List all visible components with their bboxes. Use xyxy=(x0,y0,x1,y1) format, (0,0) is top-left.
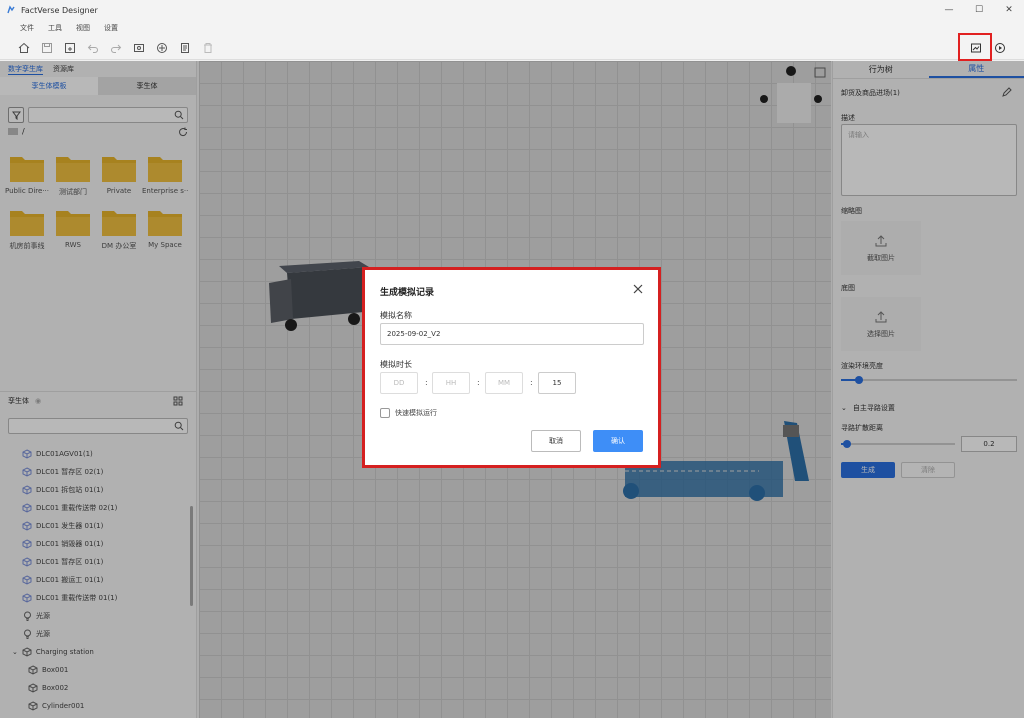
maximize-button[interactable]: ☐ xyxy=(964,0,994,20)
time-separator: : xyxy=(477,378,480,387)
save-icon xyxy=(42,43,52,53)
menu-settings[interactable]: 设置 xyxy=(104,23,118,33)
redo-button[interactable] xyxy=(109,41,123,55)
export-icon xyxy=(181,43,189,53)
menu-tools[interactable]: 工具 xyxy=(48,23,62,33)
time-separator: : xyxy=(530,378,533,387)
confirm-button[interactable]: 确认 xyxy=(593,430,643,452)
home-button[interactable] xyxy=(17,41,31,55)
close-window-button[interactable]: ✕ xyxy=(994,0,1024,20)
minimize-button[interactable]: — xyxy=(934,0,964,20)
toolbar xyxy=(0,36,1024,60)
save-as-icon xyxy=(65,43,75,53)
undo-button[interactable] xyxy=(86,41,100,55)
simulation-record-dialog: 生成模拟记录 模拟名称 2025-09-02_V2 模拟时长 DD : HH :… xyxy=(362,267,661,468)
export-button[interactable] xyxy=(178,41,192,55)
dialog-title: 生成模拟记录 xyxy=(380,288,435,298)
simulation-name-input[interactable]: 2025-09-02_V2 xyxy=(380,323,644,345)
save-as-button[interactable] xyxy=(63,41,77,55)
redo-icon xyxy=(111,44,122,53)
publish-button[interactable] xyxy=(155,41,169,55)
delete-button[interactable] xyxy=(201,41,215,55)
cancel-button[interactable]: 取消 xyxy=(531,430,581,452)
duration-hours-input[interactable]: HH xyxy=(432,372,470,394)
fast-run-label: 快速模拟运行 xyxy=(395,409,437,417)
duration-days-input[interactable]: DD xyxy=(380,372,418,394)
app-logo-icon xyxy=(7,5,15,14)
toolbar-highlight-box xyxy=(958,33,992,61)
title-bar: FactVerse Designer — ☐ ✕ xyxy=(0,0,1024,20)
simulation-duration-label: 模拟时长 xyxy=(380,360,412,369)
run-button[interactable] xyxy=(993,41,1007,55)
duration-seconds-input[interactable]: 15 xyxy=(538,372,576,394)
time-separator: : xyxy=(425,378,428,387)
menu-file[interactable]: 文件 xyxy=(20,23,34,33)
fast-run-checkbox[interactable] xyxy=(380,408,390,418)
close-icon[interactable] xyxy=(632,283,644,295)
home-icon xyxy=(18,42,30,53)
fast-run-checkbox-row[interactable]: 快速模拟运行 xyxy=(380,408,437,418)
save-button[interactable] xyxy=(40,41,54,55)
simulation-name-label: 模拟名称 xyxy=(380,311,412,320)
import-button[interactable] xyxy=(132,41,146,55)
window-title: FactVerse Designer xyxy=(21,5,98,15)
menu-view[interactable]: 视图 xyxy=(76,23,90,33)
import-icon xyxy=(134,44,144,52)
undo-icon xyxy=(87,44,98,53)
duration-minutes-input[interactable]: MM xyxy=(485,372,523,394)
delete-icon xyxy=(204,43,212,53)
menu-bar: 文件 工具 视图 设置 xyxy=(0,20,1024,36)
run-icon xyxy=(995,43,1005,53)
window-controls: — ☐ ✕ xyxy=(934,0,1024,20)
publish-icon xyxy=(157,43,167,53)
